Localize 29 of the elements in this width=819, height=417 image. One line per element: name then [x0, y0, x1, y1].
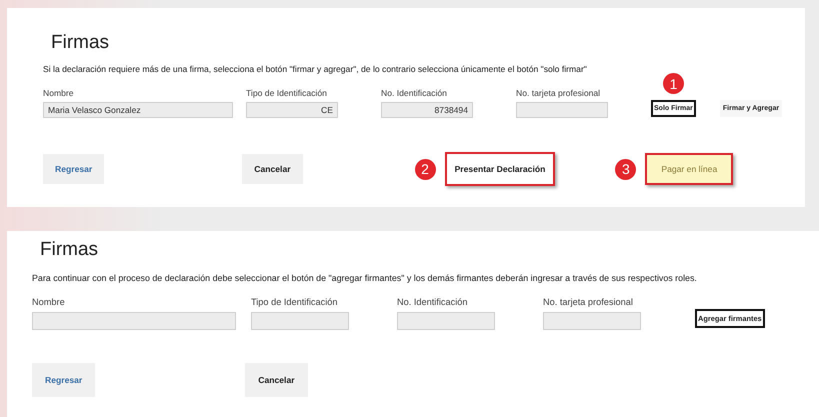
field-label: Tipo de Identificación [246, 88, 328, 98]
input-field[interactable] [516, 102, 608, 118]
field-label: Tipo de Identificación [251, 297, 338, 307]
field-label: No. tarjeta profesional [516, 88, 602, 98]
form-button[interactable]: Presentar Declaración [444, 152, 556, 186]
field-label: Nombre [43, 88, 75, 98]
field-label: No. Identificación [397, 297, 468, 307]
section-title: Firmas [40, 239, 98, 261]
input-field[interactable] [397, 312, 495, 330]
input-field[interactable] [251, 312, 349, 330]
form-button[interactable]: Cancelar [242, 154, 303, 184]
field-label: No. tarjeta profesional [543, 297, 634, 307]
back-button[interactable]: Regresar [32, 363, 96, 397]
instructions-text: Si la declaración requiere más de una firma, selecciona el botón "firmar y agregar", de lo contrario selecciona únicamente el botón "solo firmar" [43, 64, 588, 74]
input-field[interactable] [543, 312, 641, 330]
input-field[interactable] [32, 312, 236, 330]
section-title: Firmas [51, 32, 110, 54]
field-label: No. Identificación [381, 88, 448, 98]
input-field[interactable]: 8738494 [381, 102, 473, 118]
back-button[interactable]: Regresar [43, 154, 104, 184]
input-field[interactable]: CE [246, 102, 338, 118]
form-button[interactable]: Pagar en línea [645, 153, 734, 185]
form-button[interactable]: Cancelar [245, 363, 308, 397]
instructions-text: Para continuar con el proceso de declaración debe seleccionar el botón de "agregar firmantes" y los demás firmantes deberán ingresar a través de sus respectivos roles. [32, 273, 698, 283]
field-label: Nombre [32, 297, 66, 307]
input-field[interactable]: Maria Velasco Gonzalez [43, 102, 233, 118]
step-badge: 3 [615, 158, 636, 180]
step-badge: 1 [663, 73, 684, 94]
step-badge: 2 [414, 158, 436, 180]
